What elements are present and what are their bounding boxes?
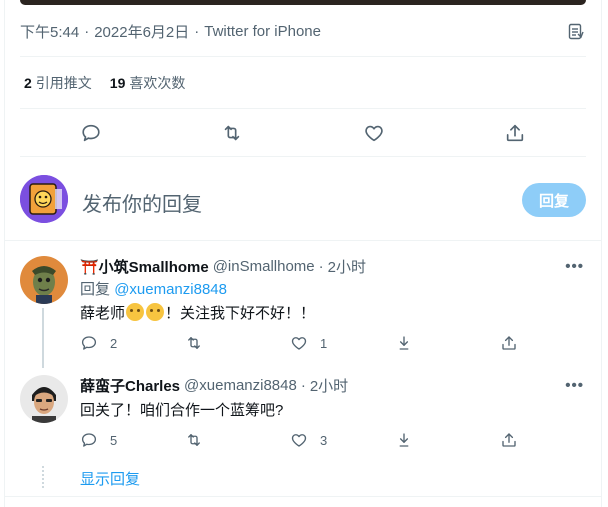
tweet-actions: 5 3 xyxy=(80,430,520,450)
tweet-actions xyxy=(20,118,586,148)
tweet-date[interactable]: 2022年6月2日 xyxy=(94,21,189,42)
tweet-media-bottom-edge[interactable] xyxy=(20,0,586,5)
likes-count: 19 xyxy=(109,75,126,91)
tweet-stats: 2 引用推文 19 喜欢次数 xyxy=(24,72,185,94)
tweet-time[interactable]: 2小时 xyxy=(328,256,366,277)
like-icon[interactable] xyxy=(359,118,389,148)
like-icon xyxy=(291,337,307,350)
divider xyxy=(5,240,602,241)
user-handle[interactable]: @xuemanzi8848 xyxy=(184,377,297,394)
reply-prefix: 回复 xyxy=(80,281,111,298)
tweet-text-part: ！关注我下好不好！！ xyxy=(165,305,316,322)
divider xyxy=(20,56,586,57)
avatar[interactable] xyxy=(20,175,68,223)
reply-action[interactable]: 2 xyxy=(80,334,185,352)
emoji-icon xyxy=(126,303,145,321)
reply-count: 2 xyxy=(110,335,118,351)
download-icon xyxy=(399,336,409,350)
reply-action[interactable]: 5 xyxy=(80,431,185,449)
divider xyxy=(20,108,586,109)
reply-icon xyxy=(81,433,97,447)
like-count: 1 xyxy=(320,335,328,351)
more-icon[interactable]: ••• xyxy=(565,377,584,394)
retweet-icon xyxy=(188,434,200,446)
tweet-source: Twitter for iPhone xyxy=(204,22,321,40)
like-icon xyxy=(291,434,307,447)
reply-icon[interactable] xyxy=(76,118,106,148)
download-action[interactable] xyxy=(395,431,500,449)
meta-separator: · xyxy=(194,22,200,40)
meta-separator: · xyxy=(300,376,306,394)
display-name[interactable]: 薛蛮子Charles xyxy=(80,375,180,396)
tweet-time[interactable]: 2小时 xyxy=(310,375,348,396)
user-handle[interactable]: @inSmallhome xyxy=(213,258,315,275)
likes-stat[interactable]: 19 喜欢次数 xyxy=(110,73,186,93)
reply-tweet[interactable]: 薛蛮子Charles @xuemanzi8848 · 2小时 ••• 回关了！咱… xyxy=(20,375,586,455)
meta-separator: · xyxy=(318,257,324,275)
retweet-icon xyxy=(188,337,200,349)
more-icon[interactable]: ••• xyxy=(565,258,584,275)
show-replies-link[interactable]: 显示回复 xyxy=(80,468,140,489)
tweet-text-part: 薛老师 xyxy=(80,305,126,322)
retweet-action[interactable] xyxy=(185,334,290,352)
reply-composer: 发布你的回复 回复 xyxy=(20,175,586,225)
divider xyxy=(20,156,586,157)
thread-line xyxy=(42,308,44,368)
share-icon xyxy=(502,433,516,447)
tweet-text: 回关了！咱们合作一个蓝筹吧? xyxy=(80,402,284,419)
tweet-text: 薛老师 ！关注我下好不好！！ xyxy=(80,302,315,323)
retweet-icon[interactable] xyxy=(217,118,247,148)
likes-label: 喜欢次数 xyxy=(129,75,186,91)
share-icon xyxy=(502,336,516,350)
tweet-time[interactable]: 下午5:44 xyxy=(20,21,79,42)
quotes-count: 2 xyxy=(24,75,32,91)
avatar[interactable] xyxy=(20,256,68,304)
reply-input[interactable]: 发布你的回复 xyxy=(82,188,202,217)
quotes-label: 引用推文 xyxy=(35,75,92,91)
retweet-action[interactable] xyxy=(185,431,290,449)
avatar[interactable] xyxy=(20,375,68,423)
tweet-header: ⛩️小筑Smallhome @inSmallhome · 2小时 xyxy=(80,256,586,276)
tweet-actions: 2 1 xyxy=(80,333,520,353)
like-action[interactable]: 3 xyxy=(290,431,395,449)
display-name[interactable]: ⛩️小筑Smallhome xyxy=(80,256,209,277)
share-action[interactable] xyxy=(500,431,518,449)
tweet-meta-row: 下午5:44 · 2022年6月2日 · Twitter for iPhone xyxy=(20,20,586,42)
like-action[interactable]: 1 xyxy=(290,334,395,352)
divider xyxy=(5,496,602,497)
share-action[interactable] xyxy=(500,334,518,352)
download-icon xyxy=(399,433,409,447)
like-count: 3 xyxy=(320,432,328,448)
mention-link[interactable]: @xuemanzi8848 xyxy=(114,281,227,298)
reply-tweet[interactable]: ⛩️小筑Smallhome @inSmallhome · 2小时 ••• 回复 … xyxy=(20,256,586,368)
reply-count: 5 xyxy=(110,432,118,448)
replying-to: 回复 @xuemanzi8848 xyxy=(80,278,227,299)
share-icon[interactable] xyxy=(500,118,530,148)
analytics-icon[interactable] xyxy=(568,23,584,41)
reply-icon xyxy=(81,336,97,350)
reply-button[interactable]: 回复 xyxy=(522,183,586,217)
emoji-icon xyxy=(146,303,165,321)
thread-dots xyxy=(42,466,44,488)
meta-separator: · xyxy=(84,22,90,40)
quotes-stat[interactable]: 2 引用推文 xyxy=(24,73,92,93)
tweet-header: 薛蛮子Charles @xuemanzi8848 · 2小时 xyxy=(80,375,586,395)
download-action[interactable] xyxy=(395,334,500,352)
